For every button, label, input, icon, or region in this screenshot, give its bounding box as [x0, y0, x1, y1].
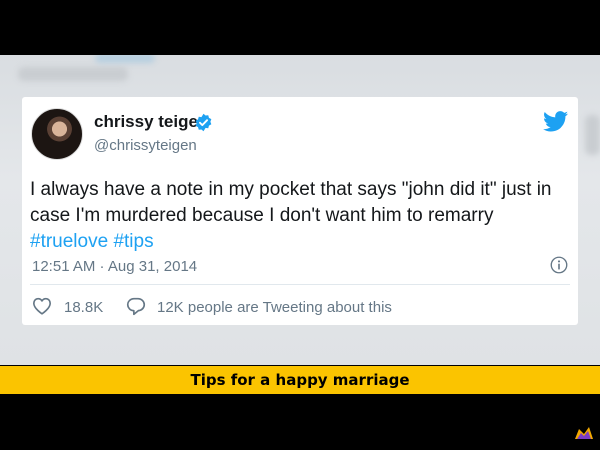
speech-bubble-icon[interactable] — [126, 297, 146, 316]
hashtag-truelove[interactable]: #truelove — [30, 231, 108, 252]
user-handle[interactable]: @chrissyteigen — [94, 137, 197, 154]
tweeting-about-text[interactable]: 12K people are Tweeting about this — [157, 299, 392, 316]
tweet-text-content: I always have a note in my pocket that s… — [30, 179, 552, 226]
channel-logo-icon — [575, 427, 593, 439]
info-icon[interactable] — [550, 256, 568, 274]
tweet-text: I always have a note in my pocket that s… — [30, 177, 570, 255]
like-count[interactable]: 18.8K — [64, 299, 103, 316]
tweet-timestamp[interactable]: 12:51 AM · Aug 31, 2014 — [32, 258, 197, 275]
twitter-bird-icon[interactable] — [543, 111, 568, 132]
hashtag-tips[interactable]: #tips — [113, 231, 153, 252]
divider — [30, 284, 570, 285]
verified-badge-icon — [195, 113, 212, 132]
caption-text: Tips for a happy marriage — [190, 371, 410, 389]
avatar[interactable] — [31, 108, 83, 160]
heart-icon[interactable] — [32, 297, 52, 315]
tweet-card: chrissy teigen @chrissyteigen I always h… — [22, 97, 578, 325]
caption-bar: Tips for a happy marriage — [0, 366, 600, 394]
user-display-name[interactable]: chrissy teigen — [94, 112, 208, 132]
